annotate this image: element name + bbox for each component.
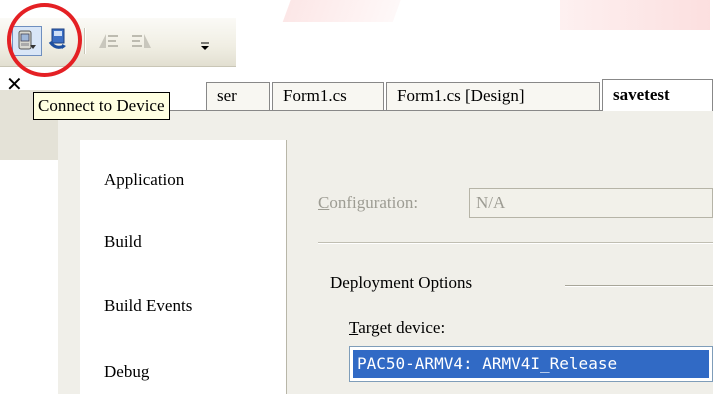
target-device-value: PAC50-ARMV4: ARMV4I_Release: [353, 350, 709, 378]
close-icon[interactable]: ✕: [6, 74, 23, 94]
configuration-value: N/A: [476, 193, 506, 212]
tab-form1-cs[interactable]: Form1.cs: [272, 82, 384, 110]
align-left-button[interactable]: [94, 26, 124, 56]
nav-item-application[interactable]: Application: [104, 170, 184, 190]
configuration-select[interactable]: N/A: [469, 188, 713, 218]
tab-label: savetest: [613, 85, 670, 104]
align-right-icon: [132, 34, 151, 48]
highlight-circle: [7, 3, 82, 77]
watermark: [282, 0, 408, 22]
target-device-label: Target device:: [349, 318, 446, 337]
divider: [318, 242, 713, 244]
nav-item-build-events[interactable]: Build Events: [104, 296, 192, 316]
tab-label: Form1.cs: [283, 86, 347, 105]
align-right-button[interactable]: [128, 26, 158, 56]
properties-nav: Application Build Build Events Debug: [80, 140, 287, 394]
tab-object-browser[interactable]: ser: [206, 82, 270, 110]
tab-label: ser: [217, 86, 237, 105]
tooltip: Connect to Device: [33, 92, 170, 120]
watermark: [560, 0, 710, 30]
deployment-options-label: Deployment Options: [330, 273, 473, 292]
chevron-down-icon: [201, 42, 209, 50]
nav-item-build[interactable]: Build: [104, 232, 142, 252]
target-device-select[interactable]: PAC50-ARMV4: ARMV4I_Release: [349, 346, 713, 382]
configuration-label: Configuration:: [318, 193, 419, 212]
tab-label: Form1.cs [Design]: [397, 86, 525, 105]
tab-savetest[interactable]: savetest: [602, 79, 713, 111]
group-divider: [565, 285, 713, 287]
nav-item-debug[interactable]: Debug: [104, 362, 149, 382]
toolbar-overflow-button[interactable]: [190, 26, 220, 56]
tab-form1-design[interactable]: Form1.cs [Design]: [386, 82, 600, 110]
align-left-icon: [99, 34, 118, 48]
toolbar-separator: [84, 28, 86, 54]
